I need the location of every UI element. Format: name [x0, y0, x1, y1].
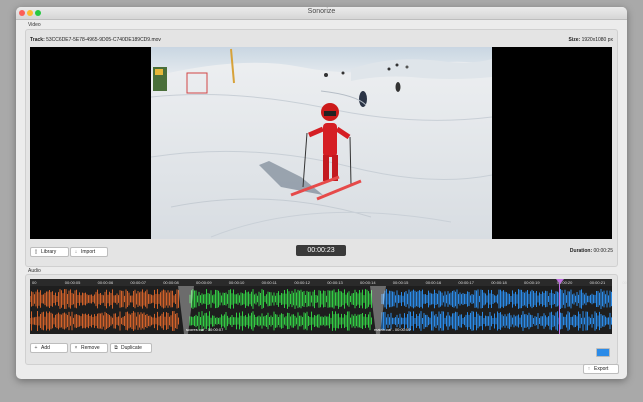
- timeline-ruler[interactable]: 00 00:00:05 00:00:06 00:00:07 00:00:08 00:00:…: [30, 279, 627, 286]
- ruler-tick: 00:00:12: [294, 280, 310, 285]
- ruler-tick: 00: [32, 280, 37, 285]
- playhead-marker-icon[interactable]: [556, 279, 564, 284]
- ruler-tick: 00:00:08: [163, 280, 179, 285]
- ruler-tick: 00:00:05: [64, 280, 81, 285]
- ruler-tick: 00:00:14: [360, 280, 376, 285]
- export-icon: ↑: [587, 366, 591, 372]
- duration-label: Duration:: [569, 248, 593, 254]
- ruler-tick: 00:00:22: [622, 280, 627, 285]
- ruler-tick: 00:00:10: [228, 280, 245, 285]
- ruler-tick: 00:00:19: [524, 280, 540, 285]
- video-frame: [151, 47, 492, 239]
- x-icon: ×: [74, 345, 78, 351]
- export-button[interactable]: ↑ Export: [583, 364, 619, 374]
- add-clip-button[interactable]: + Add: [30, 343, 68, 353]
- ruler-tick: 00:00:15: [392, 280, 409, 285]
- plus-icon: +: [34, 345, 38, 351]
- audio-waveform: [30, 286, 612, 334]
- size-info: Size: 1920x1080 px: [569, 37, 613, 43]
- video-section-label: Video: [28, 22, 41, 28]
- playhead-line: [559, 279, 560, 334]
- track-value: 53CC6DE7-5E78-4965-9D05-C740DE189CD9.mov: [46, 37, 161, 43]
- app-window: Sonorize Video Track: 53CC6DE7-5E78-4965…: [16, 7, 627, 379]
- ruler-tick: 00:00:11: [261, 280, 277, 285]
- import-arrow-icon: ↓: [74, 249, 78, 255]
- size-label: Size:: [568, 37, 581, 43]
- ruler-tick: 00:00:09: [196, 280, 212, 285]
- duration-info: Duration: 00:00:25: [570, 248, 613, 254]
- library-icon: ▯: [34, 249, 38, 255]
- ruler-tick: 00:00:16: [425, 280, 442, 285]
- ruler-tick: 00:00:13: [327, 280, 343, 285]
- clip-label-matrix: matrix.caf - 00:00:09: [374, 327, 411, 332]
- ruler-tick: 00:00:06: [97, 280, 114, 285]
- ruler-tick: 00:00:21: [589, 280, 606, 285]
- size-value: 1920x1080 px: [581, 37, 613, 43]
- duplicate-icon: ⧉: [114, 345, 118, 351]
- audio-timeline[interactable]: 00 00:00:05 00:00:06 00:00:07 00:00:08 00:00:…: [30, 279, 627, 334]
- ruler-tick: 00:00:07: [130, 280, 146, 285]
- library-button[interactable]: ▯ Library: [30, 247, 69, 257]
- duplicate-clip-button[interactable]: ⧉ Duplicate: [110, 343, 152, 353]
- track-info: Track: 53CC6DE7-5E78-4965-9D05-C740DE189…: [30, 37, 161, 43]
- duration-value: 00:00:25: [593, 248, 613, 254]
- title-bar[interactable]: Sonorize: [16, 7, 627, 20]
- window-title: Sonorize: [307, 8, 336, 15]
- ruler-tick: 00:00:17: [458, 280, 474, 285]
- clip-label-scores: scores.caf - 00:00:07: [186, 327, 224, 332]
- video-player[interactable]: [30, 47, 612, 239]
- remove-clip-button[interactable]: × Remove: [70, 343, 108, 353]
- ruler-tick: 00:00:18: [491, 280, 507, 285]
- ski-scene-image: [151, 47, 492, 239]
- import-button[interactable]: ↓ Import: [70, 247, 108, 257]
- current-timecode: 00:00:23: [296, 245, 346, 256]
- track-label: Track:: [30, 37, 45, 43]
- clip-color-well[interactable]: [596, 348, 610, 357]
